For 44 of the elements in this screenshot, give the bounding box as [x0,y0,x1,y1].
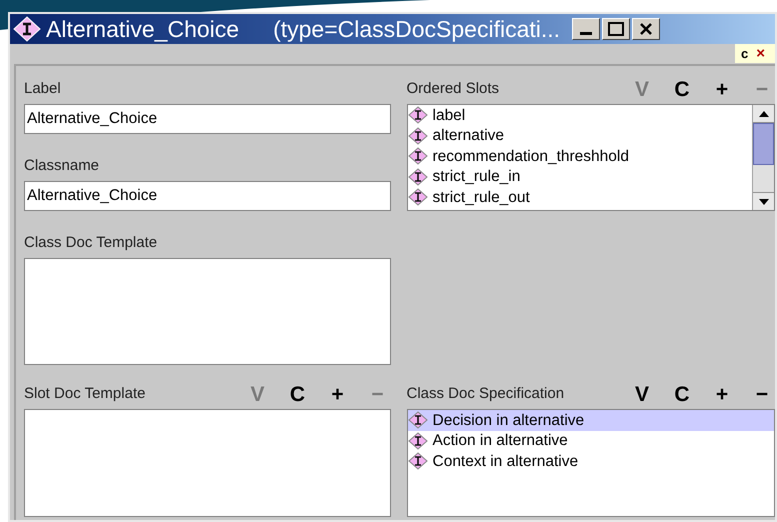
maximize-icon [608,22,624,36]
text-area[interactable] [24,409,390,517]
close-icon [639,22,654,36]
action-button[interactable]: C [671,78,693,100]
close-button[interactable] [632,18,660,40]
field-label: Class Doc Specification [406,384,566,404]
window-title: Alternative_Choice [46,14,240,44]
tab-label: c [741,47,748,60]
scroll-thumb[interactable] [753,123,774,165]
field-label: Slot Doc Template [24,384,146,404]
scrollbar[interactable] [752,105,774,210]
corner-tab[interactable]: c × [735,44,775,63]
list-item[interactable]: Action in alternative [408,430,774,451]
action-button[interactable]: C [671,384,693,404]
action-button[interactable]: + [711,384,733,404]
action-button[interactable]: + [711,78,733,100]
field-label: Ordered Slots [406,78,500,99]
field-label: Label [24,78,62,99]
action-button[interactable]: V [631,384,653,404]
window-type: (type=ClassDocSpecificati... [273,14,560,44]
text-area[interactable] [24,258,390,365]
list-item[interactable]: strict_rule_in [408,166,752,187]
text-field[interactable]: Alternative_Choice [24,104,390,134]
action-button[interactable]: C [286,384,308,404]
action-button[interactable]: − [751,384,773,404]
minimize-icon [580,32,592,35]
action-button[interactable]: + [326,384,348,404]
list-item[interactable]: Context in alternative [408,451,774,472]
up-arrow-icon [758,110,768,116]
tab-close[interactable]: × [756,46,765,61]
list-item[interactable]: Decision in alternative [408,410,774,430]
scroll-up-button[interactable] [753,105,774,123]
down-arrow-icon [758,198,768,204]
scroll-down-button[interactable] [753,192,774,210]
field-label: Class Doc Template [24,232,158,253]
minimize-button[interactable] [572,18,600,40]
list-item[interactable]: recommendation_threshhold [408,146,752,166]
list-item[interactable]: alternative [408,126,752,146]
field-label: Classname [24,156,100,176]
maximize-button[interactable] [602,18,630,40]
list-item[interactable]: label [408,105,752,126]
class-diamond-icon [12,16,42,42]
text-field[interactable]: Alternative_Choice [24,181,390,211]
list-item[interactable]: strict_rule_out [408,187,752,208]
